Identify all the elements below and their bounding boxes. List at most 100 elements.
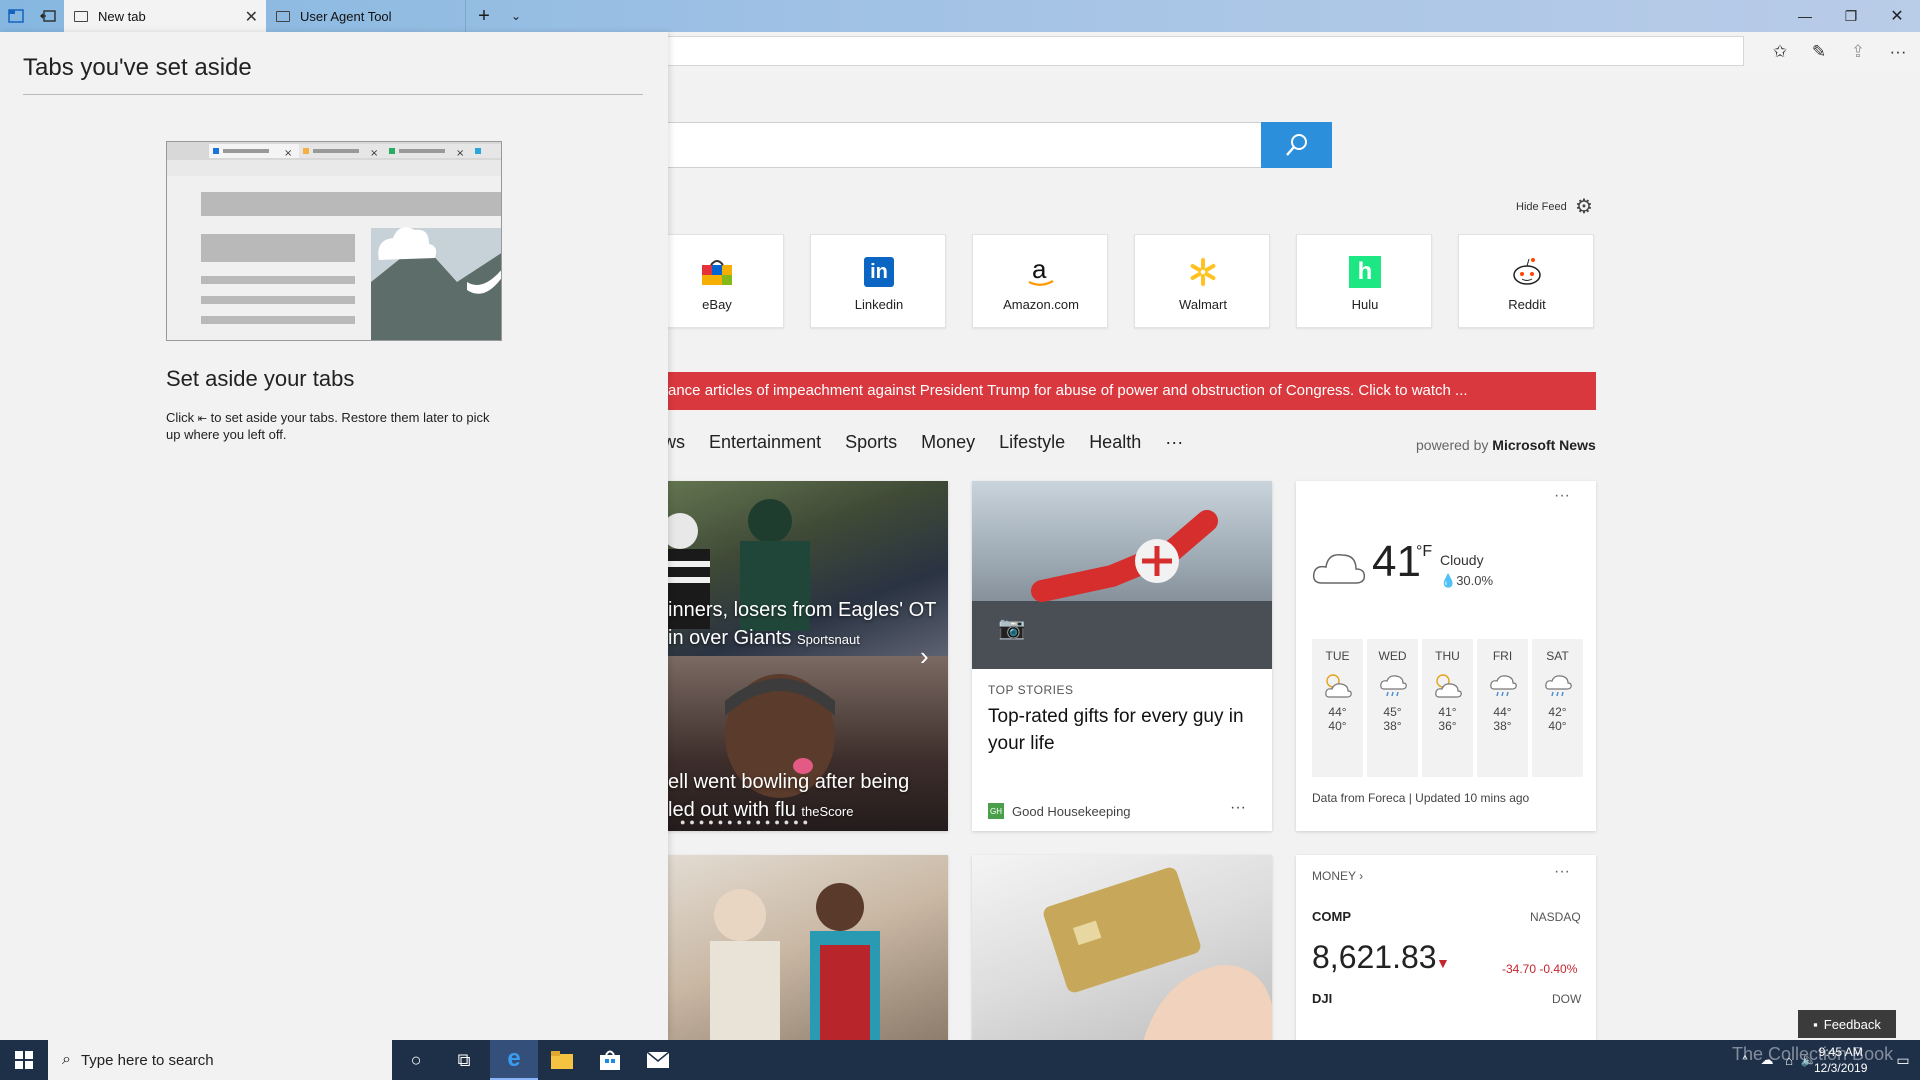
taskbar: ⌕ Type here to search ○ ⧉ e ^ ☁ ⌂ 🔈 9:45… [0, 1040, 1920, 1080]
hulu-logo-icon: h [1345, 255, 1385, 289]
set-aside-tabs-icon[interactable] [32, 0, 64, 32]
top-stories-tag: TOP STORIES [988, 683, 1074, 697]
money-card[interactable]: MONEY › ··· COMP NASDAQ 8,621.83 ▼ -34.7… [1296, 855, 1596, 1040]
tab-label: New tab [98, 8, 146, 24]
top-site-reddit[interactable]: Reddit [1458, 234, 1594, 328]
more-options-icon[interactable]: ··· [1554, 487, 1570, 505]
more-options-icon[interactable]: ··· [1230, 799, 1246, 817]
feedback-button[interactable]: ▪ Feedback [1798, 1010, 1896, 1038]
store-icon[interactable] [586, 1040, 634, 1080]
slideshow-card[interactable]: inners, losers from Eagles' OT in over G… [620, 481, 948, 831]
web-search-input[interactable] [620, 122, 1262, 168]
feedback-icon: ▪ [1813, 1016, 1818, 1032]
rain-icon [1367, 669, 1418, 705]
top-stories-source: Good Housekeeping [1012, 804, 1131, 819]
edge-taskbar-icon[interactable]: e [490, 1040, 538, 1080]
forecast-hi: 41° [1438, 705, 1457, 719]
set-aside-illustration: × × × [166, 141, 502, 341]
aside-desc-post: to set aside your tabs. Restore them lat… [166, 410, 490, 442]
powered-by: powered by Microsoft News [1416, 437, 1596, 453]
next-slide-chevron-icon[interactable]: › [920, 641, 929, 672]
search-button[interactable] [1261, 122, 1332, 168]
slide-dots[interactable]: ●●●●●●●●●●●●●● [680, 817, 812, 827]
weather-temp: 41 [1372, 537, 1421, 586]
windows-start-button[interactable] [0, 1040, 48, 1080]
forecast-day: FRI 44° 38° [1477, 639, 1528, 777]
top-site-amazon[interactable]: a Amazon.com [972, 234, 1108, 328]
close-window-button[interactable]: ✕ [1874, 0, 1920, 32]
tile-label: Reddit [1508, 297, 1546, 312]
cloudy-icon [1312, 547, 1366, 592]
forecast-day-name: THU [1435, 649, 1460, 663]
stock-change: -34.70 -0.40% [1502, 962, 1577, 976]
chevron-down-icon[interactable]: ⌄ [500, 0, 532, 32]
down-arrow-icon: ▼ [1436, 955, 1450, 971]
shopping-story-card[interactable] [620, 855, 948, 1040]
gear-icon[interactable]: ⚙ [1575, 194, 1593, 219]
powered-by-label: powered by [1416, 437, 1489, 453]
rain-icon [1532, 669, 1583, 705]
slide1-headline-2: in over Giants Sportsnaut [668, 627, 860, 650]
hide-feed-link[interactable]: Hide Feed [1516, 201, 1567, 213]
money-tag[interactable]: MONEY › [1312, 869, 1363, 883]
top-site-hulu[interactable]: h Hulu [1296, 234, 1432, 328]
restore-button[interactable]: ❐ [1828, 0, 1874, 32]
slide2-headline-1: ell went bowling after being [668, 771, 910, 793]
top-site-linkedin[interactable]: in Linkedin [810, 234, 946, 328]
new-tab-plus-icon[interactable]: + [468, 0, 500, 32]
top-site-walmart[interactable]: Walmart [1134, 234, 1270, 328]
credit-card-story-card[interactable] [972, 855, 1272, 1040]
tile-label: Hulu [1351, 297, 1379, 312]
task-view-icon[interactable]: ⧉ [440, 1040, 488, 1080]
nav-more[interactable]: ··· [1165, 432, 1183, 462]
more-menu-icon[interactable]: ··· [1884, 38, 1912, 66]
forecast-day: SAT 42° 40° [1532, 639, 1583, 777]
nav-entertainment[interactable]: Entertainment [709, 432, 821, 462]
tabs-aside-icon[interactable] [0, 0, 32, 32]
close-tab-icon[interactable]: ✕ [245, 7, 258, 27]
aside-heading: Set aside your tabs [166, 366, 355, 391]
tab-user-agent-tool[interactable]: User Agent Tool [266, 0, 466, 32]
page-icon [276, 10, 290, 22]
pen-icon[interactable]: ✎ [1805, 38, 1833, 66]
tile-label: Linkedin [854, 297, 904, 312]
forecast-day: THU 41° 36° [1422, 639, 1473, 777]
rain-icon [1477, 669, 1528, 705]
weather-condition: Cloudy [1440, 552, 1484, 568]
nav-money[interactable]: Money [921, 432, 975, 462]
page-icon [74, 10, 88, 22]
tile-label: Amazon.com [1003, 297, 1079, 312]
favorites-star-icon[interactable]: ✩ [1766, 38, 1794, 66]
minimize-button[interactable]: — [1782, 0, 1828, 32]
nav-lifestyle[interactable]: Lifestyle [999, 432, 1065, 462]
forecast-day: WED 45° 38° [1367, 639, 1418, 777]
shopping-photo [620, 855, 948, 1040]
nav-sports[interactable]: Sports [845, 432, 897, 462]
file-explorer-icon[interactable] [538, 1040, 586, 1080]
stock-exchange: NASDAQ [1530, 910, 1581, 924]
tab-new-tab[interactable]: New tab ✕ [64, 0, 266, 32]
forecast-day-name: WED [1378, 649, 1407, 663]
forecast-hi: 44° [1328, 705, 1347, 719]
windows-logo-icon [15, 1051, 33, 1069]
slide1-headline-1: inners, losers from Eagles' OT [668, 599, 937, 621]
nav-health[interactable]: Health [1089, 432, 1141, 462]
feedback-label: Feedback [1823, 1016, 1881, 1032]
address-input[interactable] [660, 36, 1744, 66]
cortana-icon[interactable]: ○ [392, 1040, 440, 1080]
weather-card[interactable]: ··· 41 °F Cloudy 💧30.0% TUE 44° 40° WED … [1296, 481, 1596, 831]
top-site-ebay[interactable]: eBay [648, 234, 784, 328]
forecast-day-name: TUE [1325, 649, 1350, 663]
more-options-icon[interactable]: ··· [1554, 863, 1570, 881]
top-stories-card[interactable]: 📷 TOP STORIES Top-rated gifts for every … [972, 481, 1272, 831]
taskbar-search-input[interactable]: ⌕ Type here to search [48, 1040, 392, 1080]
money-tag-label: MONEY [1312, 869, 1356, 883]
microsoft-news-brand[interactable]: Microsoft News [1492, 437, 1595, 453]
tile-label: Walmart [1179, 297, 1227, 312]
mail-icon[interactable] [634, 1040, 682, 1080]
share-icon[interactable]: ⇪ [1844, 38, 1872, 66]
tab-label: User Agent Tool [300, 8, 392, 24]
top-stories-title[interactable]: Top-rated gifts for every guy in your li… [988, 703, 1258, 757]
credit-card-photo [972, 855, 1272, 1040]
breaking-news-banner[interactable]: ance articles of impeachment against Pre… [620, 372, 1596, 410]
